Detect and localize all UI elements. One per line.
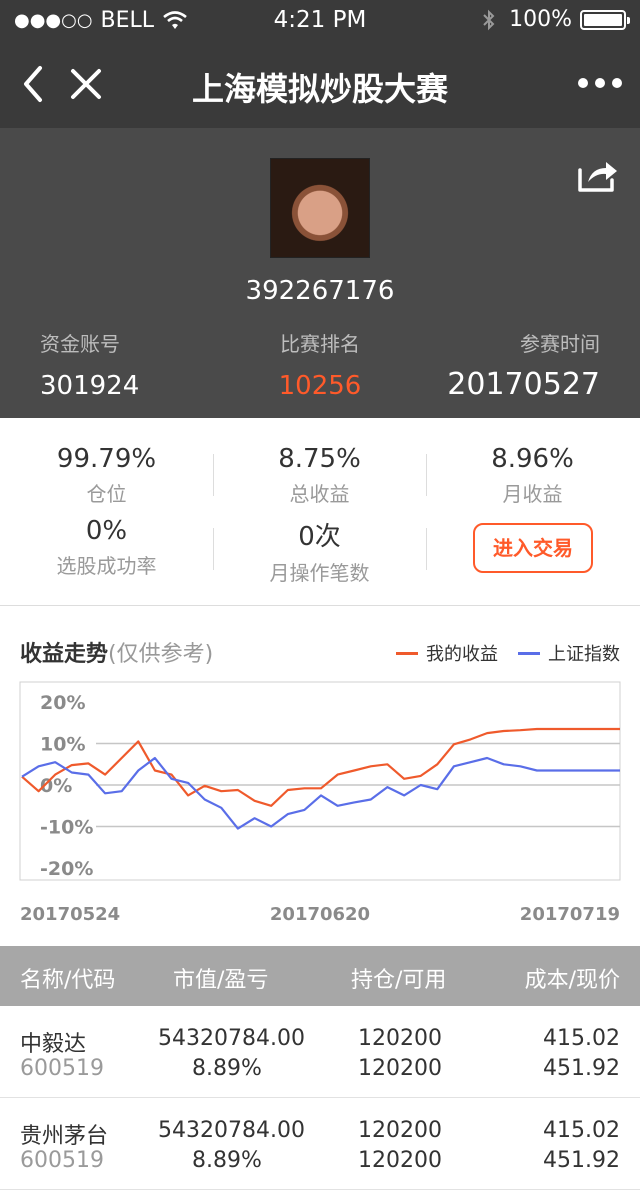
holdings-table-header: 名称/代码 市值/盈亏 持仓/可用 成本/现价 [0,946,640,1006]
chart-frame [19,681,621,881]
current-price: 451.92 [543,1056,620,1081]
legend-label: 上证指数 [548,644,620,665]
y-tick-label: 20% [40,692,85,714]
cost-price: 415.02 [543,1026,620,1051]
monthly-return-label: 月收益 [502,482,563,506]
legend-label: 我的收益 [426,644,498,665]
join-date-label: 参赛时间 [520,332,600,356]
divider [213,454,214,496]
battery-icon [580,9,630,30]
x-tick-label: 20170719 [520,904,620,925]
join-date-value: 20170527 [447,367,600,402]
divider [213,528,214,570]
user-id: 392267176 [245,276,395,306]
y-tick-label: 10% [40,734,85,756]
position-label: 仓位 [86,482,127,506]
market-value: 54320784.00 [158,1026,305,1051]
avatar[interactable] [270,158,370,258]
legend-item-my-return: 我的收益 [396,640,498,666]
bluetooth-icon [483,9,495,30]
chart-title: 收益走势(仅供参考) [20,636,213,668]
y-tick-label: -20% [40,858,93,880]
x-tick-label: 20170524 [20,904,120,925]
total-return-label: 总收益 [289,482,350,506]
battery-percent: 100% [509,7,572,32]
position-metric: 99.79% 仓位 [0,444,213,507]
cost-price: 415.02 [543,1118,620,1143]
chart-title-text: 收益走势 [20,642,109,667]
monthly-ops-value: 0次 [298,522,341,552]
table-row[interactable]: 中毅达 600519 54320784.00 8.89% 120200 1202… [0,1006,640,1098]
header-value-pnl: 市值/盈亏 [173,968,269,993]
metrics-panel: 99.79% 仓位 8.75% 总收益 8.96% 月收益 0% 选股成功率 0… [0,418,640,606]
success-rate-label: 选股成功率 [56,554,157,578]
monthly-return-metric: 8.96% 月收益 [426,444,639,507]
stock-name: 中毅达 [20,1032,87,1057]
available-qty: 120200 [358,1148,442,1173]
x-tick-label: 20170620 [270,904,370,925]
legend-swatch [396,651,418,655]
header-holding-available: 持仓/可用 [351,968,447,993]
y-tick-label: -10% [40,817,93,839]
return-chart-section: 收益走势(仅供参考) 我的收益 上证指数 20% 10% 0% -10% -20% 201… [0,606,640,946]
more-options-icon[interactable] [578,78,622,88]
return-line-chart: 20%10%0%-10%-20%20170524 20170620 20170719 [19,681,621,925]
position-value: 99.79% [56,444,157,474]
page-title: 上海模拟炒股大赛 [191,70,448,108]
success-rate-value: 0% [85,516,128,546]
stock-code: 600519 [20,1056,104,1081]
available-qty: 120200 [358,1056,442,1081]
status-bar: ●●●○○ BELL 4:21 PM 100% [0,0,640,40]
total-return-metric: 8.75% 总收益 [213,444,426,507]
stock-name: 贵州茅台 [20,1124,109,1149]
divider [426,528,427,570]
monthly-ops-label: 月操作笔数 [269,561,370,585]
stock-code: 600519 [20,1148,104,1173]
header-cost-price: 成本/现价 [524,968,620,993]
success-rate-metric: 0% 选股成功率 [0,516,213,579]
profit-loss: 8.89% [192,1056,262,1081]
legend-item-index: 上证指数 [518,640,620,666]
share-icon[interactable] [576,158,620,194]
holding-qty: 120200 [358,1118,442,1143]
profit-loss: 8.89% [192,1148,262,1173]
nav-bar: 上海模拟炒股大赛 [0,40,640,128]
divider [426,454,427,496]
market-value: 54320784.00 [158,1118,305,1143]
chart-legend: 我的收益 上证指数 [376,640,620,666]
current-price: 451.92 [543,1148,620,1173]
profile-header: 392267176 资金账号 301924 比赛排名 10256 参赛时间 20… [0,128,640,418]
total-return-value: 8.75% [278,444,361,474]
enter-trade-button[interactable]: 进入交易 [473,523,593,573]
monthly-ops-metric: 0次 月操作笔数 [213,516,426,586]
table-row[interactable]: 贵州茅台 600519 54320784.00 8.89% 120200 120… [0,1098,640,1190]
join-date-stat: 参赛时间 20170527 [447,328,600,402]
chart-subtitle: (仅供参考) [108,642,214,667]
legend-swatch [518,651,540,655]
header-name-code: 名称/代码 [20,968,116,993]
holding-qty: 120200 [358,1026,442,1051]
monthly-return-value: 8.96% [491,444,574,474]
